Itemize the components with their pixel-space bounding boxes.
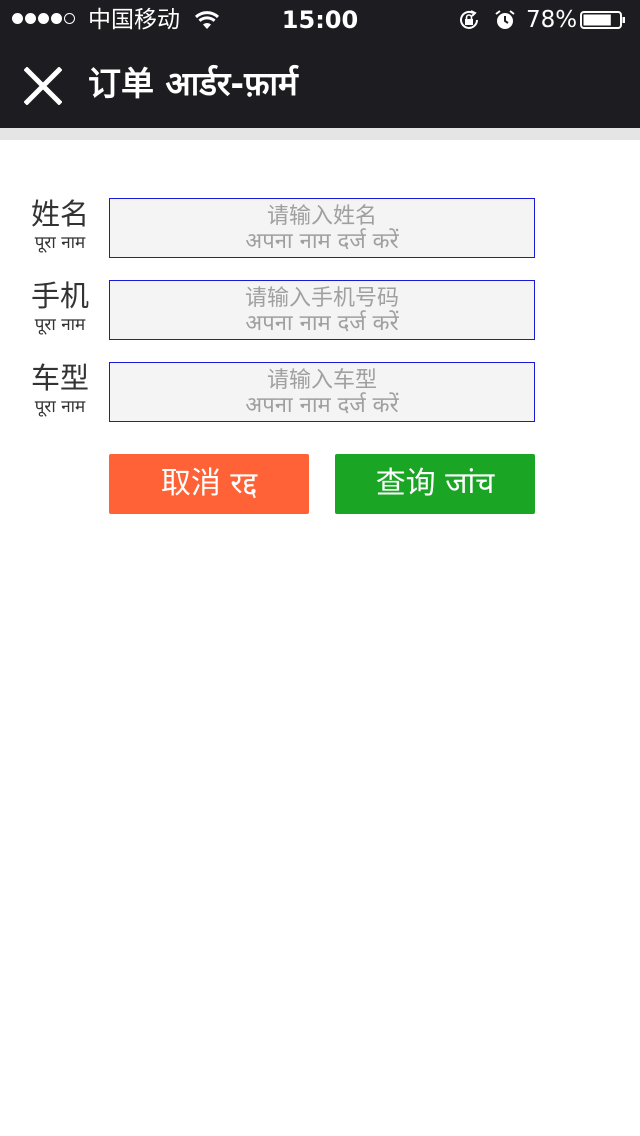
form-row-car-model: 车型 पूरा नाम 请输入车型 अपना नाम दर्ज करें: [0, 362, 640, 422]
query-button[interactable]: 查询 जांच: [335, 454, 535, 514]
placeholder-hi: अपना नाम दर्ज करें: [245, 393, 399, 418]
close-icon[interactable]: [24, 67, 62, 105]
field-label: 姓名 पूरा नाम: [22, 198, 98, 254]
status-bar: 中国移动 15:00 78%: [0, 0, 640, 40]
field-label-zh: 车型: [30, 361, 89, 395]
car-model-input[interactable]: 请输入车型 अपना नाम दर्ज करें: [109, 362, 535, 422]
field-label-hi: पूरा नाम: [34, 315, 86, 335]
field-label: 车型 पूरा नाम: [22, 362, 98, 418]
phone-input[interactable]: 请输入手机号码 अपना नाम दर्ज करें: [109, 280, 535, 340]
nav-bar: 订单 आर्डर-फ़ार्म: [0, 40, 640, 128]
placeholder-hi: अपना नाम दर्ज करें: [245, 311, 399, 336]
field-label-zh: 手机: [30, 279, 89, 313]
battery-percent: 78%: [526, 7, 578, 33]
field-label-zh: 姓名: [30, 197, 89, 231]
battery-icon: [580, 11, 625, 29]
field-label: 手机 पूरा नाम: [22, 280, 98, 336]
form-row-name: 姓名 पूरा नाम 请输入姓名 अपना नाम दर्ज करें: [0, 198, 640, 258]
placeholder-zh: 请输入姓名: [266, 204, 377, 229]
placeholder-zh: 请输入手机号码: [244, 286, 399, 311]
placeholder-hi: अपना नाम दर्ज करें: [245, 229, 399, 254]
placeholder-zh: 请输入车型: [266, 368, 377, 393]
header-divider: [0, 128, 640, 140]
cancel-button[interactable]: 取消 रद्द: [109, 454, 309, 514]
field-label-hi: पूरा नाम: [34, 397, 86, 417]
field-label-hi: पूरा नाम: [34, 233, 86, 253]
rotation-lock-icon: [460, 10, 478, 29]
form-row-phone: 手机 पूरा नाम 请输入手机号码 अपना नाम दर्ज करें: [0, 280, 640, 340]
alarm-icon: [495, 10, 515, 29]
page-title: 订单 आर्डर-फ़ार्म: [88, 64, 298, 103]
name-input[interactable]: 请输入姓名 अपना नाम दर्ज करें: [109, 198, 535, 258]
